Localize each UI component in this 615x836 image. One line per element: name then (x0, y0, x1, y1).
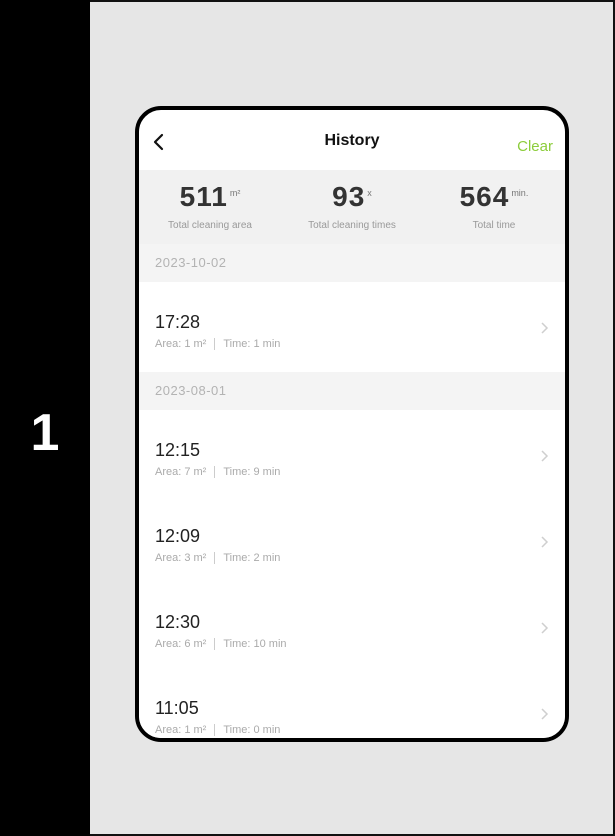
divider (214, 638, 216, 650)
stat-value: 564 (459, 181, 510, 212)
entry-duration: Time: 10 min (223, 638, 287, 650)
stat-times: 93 x Total cleaning times (281, 170, 423, 244)
history-entry[interactable]: 11:05 Area: 1 m² Time: 0 min (139, 668, 565, 738)
stat-label: Total cleaning times (308, 220, 396, 231)
stat-label: Total cleaning area (168, 220, 252, 231)
entry-meta: Area: 3 m² Time: 2 min (155, 552, 280, 564)
entry-duration: Time: 9 min (223, 466, 281, 478)
stat-value: 511 (179, 181, 228, 212)
divider (214, 724, 216, 736)
divider (214, 338, 216, 350)
date-header: 2023-10-02 (139, 244, 565, 282)
chevron-right-icon (541, 708, 549, 720)
entry-time: 11:05 (155, 698, 199, 718)
entry-time: 12:09 (155, 526, 201, 546)
entry-area: Area: 1 m² (155, 338, 207, 350)
entry-area: Area: 6 m² (155, 638, 207, 650)
history-entry[interactable]: 12:09 Area: 3 m² Time: 2 min (139, 496, 565, 582)
chevron-right-icon (541, 536, 549, 548)
step-number: 1 (30, 404, 60, 462)
entry-meta: Area: 1 m² Time: 1 min (155, 338, 280, 350)
entry-time: 17:28 (155, 312, 201, 332)
date-header: 2023-08-01 (139, 372, 565, 410)
left-bar: 1 (0, 0, 90, 836)
stat-value: 93 (332, 181, 366, 212)
clear-button[interactable]: Clear (517, 138, 553, 155)
chevron-right-icon (541, 622, 549, 634)
entry-area: Area: 7 m² (155, 466, 207, 478)
history-entry[interactable]: 12:15 Area: 7 m² Time: 9 min (139, 410, 565, 496)
chevron-right-icon (541, 322, 549, 334)
stat-time: 564 min. Total time (423, 170, 565, 244)
entry-area: Area: 3 m² (155, 552, 207, 564)
entry-duration: Time: 0 min (223, 724, 281, 736)
stat-label: Total time (472, 220, 516, 231)
entry-meta: Area: 6 m² Time: 10 min (155, 638, 287, 650)
entry-meta: Area: 7 m² Time: 9 min (155, 466, 280, 478)
page-title: History (324, 132, 380, 149)
entry-area: Area: 1 m² (155, 724, 207, 736)
stat-unit: m² (229, 188, 241, 198)
phone-screen: History Clear 511 m² Total cleaning area … (135, 106, 569, 742)
entry-duration: Time: 2 min (223, 552, 281, 564)
divider (214, 466, 216, 478)
entry-meta: Area: 1 m² Time: 0 min (155, 724, 280, 736)
chevron-left-icon[interactable] (149, 130, 169, 154)
stat-area: 511 m² Total cleaning area (139, 170, 281, 244)
divider (214, 552, 216, 564)
stat-unit: min. (511, 188, 529, 198)
entry-time: 12:30 (155, 612, 201, 632)
entry-time: 12:15 (155, 440, 201, 460)
entry-duration: Time: 1 min (223, 338, 281, 350)
stats-summary: 511 m² Total cleaning area 93 x Total clea… (139, 170, 565, 244)
stat-unit: x (367, 188, 372, 198)
history-entry[interactable]: 17:28 Area: 1 m² Time: 1 min (139, 282, 565, 368)
header: History Clear (139, 110, 565, 170)
history-entry[interactable]: 12:30 Area: 6 m² Time: 10 min (139, 582, 565, 668)
chevron-right-icon (541, 450, 549, 462)
